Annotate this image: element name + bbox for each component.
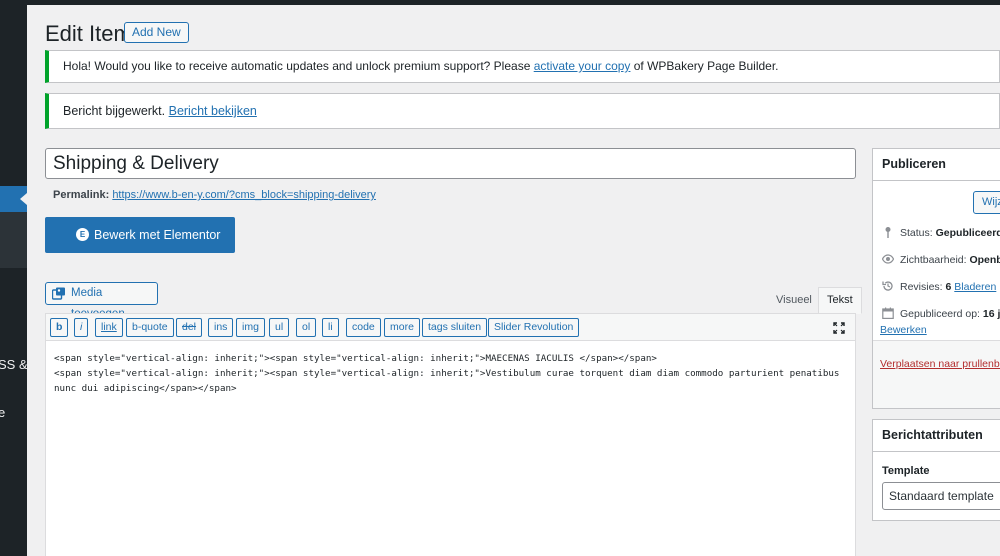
post-attributes-box: Berichtattributen Template Standaard tem… bbox=[872, 419, 1000, 521]
revisions-label: Revisies: bbox=[900, 281, 946, 293]
post-attributes-title[interactable]: Berichtattributen bbox=[873, 420, 1000, 452]
published-on-value: 16 j bbox=[982, 308, 1000, 320]
quicktag-bold-button[interactable]: b bbox=[50, 318, 69, 337]
tab-visual[interactable]: Visueel bbox=[767, 287, 821, 314]
elementor-icon: E bbox=[76, 228, 89, 241]
quicktags-toolbar: b i link b-quote del ins img ul ol li co… bbox=[46, 314, 855, 341]
content-textarea[interactable]: <span style="vertical-align: inherit;"><… bbox=[54, 351, 844, 396]
page-title: Edit Item bbox=[45, 21, 132, 46]
publish-box-title[interactable]: Publiceren bbox=[873, 149, 1000, 181]
updated-notice-text: Bericht bijgewerkt. bbox=[63, 104, 169, 118]
permalink: Permalink: https://www.b-en-y.com/?cms_b… bbox=[53, 189, 376, 201]
eye-icon bbox=[882, 254, 894, 264]
add-new-button[interactable]: Add New bbox=[124, 22, 189, 43]
sidebar-item-fragment[interactable]: SS & bbox=[0, 357, 27, 372]
quicktag-img-button[interactable]: img bbox=[236, 318, 265, 337]
permalink-label: Permalink: bbox=[53, 189, 110, 201]
activate-copy-link[interactable]: activate your copy bbox=[534, 59, 631, 73]
admin-sidebar: SS & e bbox=[0, 0, 27, 556]
status-row: Status: Gepubliceerd bbox=[882, 226, 1000, 239]
quicktag-more-button[interactable]: more bbox=[384, 318, 420, 337]
edit-date-link[interactable]: Bewerken bbox=[880, 324, 927, 336]
tab-text[interactable]: Tekst bbox=[818, 287, 862, 314]
permalink-url-link[interactable]: https://www.b-en-y.com/?cms_block=shippi… bbox=[112, 189, 376, 201]
status-value: Gepubliceerd bbox=[935, 227, 1000, 239]
quicktag-slider-revolution-button[interactable]: Slider Revolution bbox=[488, 318, 580, 337]
quicktag-del-button[interactable]: del bbox=[176, 318, 203, 337]
elementor-button-label: Bewerk met Elementor bbox=[94, 228, 221, 242]
wpbakery-notice-text-before: Hola! Would you like to receive automati… bbox=[63, 59, 534, 73]
quicktag-li-button[interactable]: li bbox=[322, 318, 339, 337]
quicktag-ul-button[interactable]: ul bbox=[269, 318, 290, 337]
wpbakery-notice: Hola! Would you like to receive automati… bbox=[45, 50, 1000, 83]
move-to-trash-link[interactable]: Verplaatsen naar prullenba bbox=[880, 358, 1000, 370]
sidebar-submenu bbox=[0, 212, 27, 268]
edit-with-elementor-button[interactable]: E Bewerk met Elementor bbox=[45, 217, 235, 253]
pin-icon bbox=[885, 227, 891, 238]
edit-date-row: Bewerken bbox=[880, 324, 927, 336]
fullscreen-expand-icon[interactable] bbox=[833, 322, 845, 334]
updated-notice: Bericht bijgewerkt. Bericht bekijken bbox=[45, 93, 1000, 129]
sidebar-active-arrow bbox=[20, 193, 27, 205]
quicktag-blockquote-button[interactable]: b-quote bbox=[126, 318, 174, 337]
status-label: Status: bbox=[900, 227, 936, 239]
quicktag-ol-button[interactable]: ol bbox=[296, 318, 317, 337]
visibility-label: Zichtbaarheid: bbox=[900, 254, 970, 266]
revisions-icon bbox=[882, 281, 893, 291]
publish-actions bbox=[873, 340, 1000, 408]
media-icon bbox=[52, 287, 65, 300]
preview-changes-button[interactable]: Wijz bbox=[973, 191, 1000, 214]
visibility-row: Zichtbaarheid: Openb bbox=[882, 253, 1000, 266]
revisions-row: Revisies: 6 Bladeren bbox=[882, 280, 996, 293]
sidebar-item-fragment[interactable]: e bbox=[0, 405, 5, 420]
post-title-input[interactable]: Shipping & Delivery bbox=[45, 148, 856, 179]
publish-box: Publiceren Wijz Status: Gepubliceerd Zic… bbox=[872, 148, 1000, 409]
revisions-browse-link[interactable]: Bladeren bbox=[954, 281, 996, 293]
quicktag-close-tags-button[interactable]: tags sluiten bbox=[422, 318, 488, 337]
quicktag-code-button[interactable]: code bbox=[346, 318, 381, 337]
calendar-icon bbox=[882, 307, 894, 319]
revisions-value: 6 bbox=[945, 281, 952, 293]
publish-divider bbox=[873, 340, 1000, 341]
add-media-button[interactable]: Media toevoegen bbox=[45, 282, 158, 320]
quicktag-ins-button[interactable]: ins bbox=[208, 318, 234, 337]
template-label: Template bbox=[882, 465, 930, 477]
template-select[interactable]: Standaard template bbox=[882, 482, 1000, 510]
main-content: Edit Item Add New Hola! Would you like t… bbox=[27, 5, 1000, 556]
published-on-label: Gepubliceerd op: bbox=[900, 308, 983, 320]
visibility-value: Openb bbox=[969, 254, 1000, 266]
quicktag-italic-button[interactable]: i bbox=[74, 318, 89, 337]
wpbakery-notice-text-after: of WPBakery Page Builder. bbox=[630, 59, 779, 73]
text-editor: b i link b-quote del ins img ul ol li co… bbox=[45, 313, 856, 556]
quicktag-link-button[interactable]: link bbox=[95, 318, 123, 337]
view-post-link[interactable]: Bericht bekijken bbox=[169, 104, 257, 118]
published-on-row: Gepubliceerd op: 16 j bbox=[882, 307, 1000, 320]
